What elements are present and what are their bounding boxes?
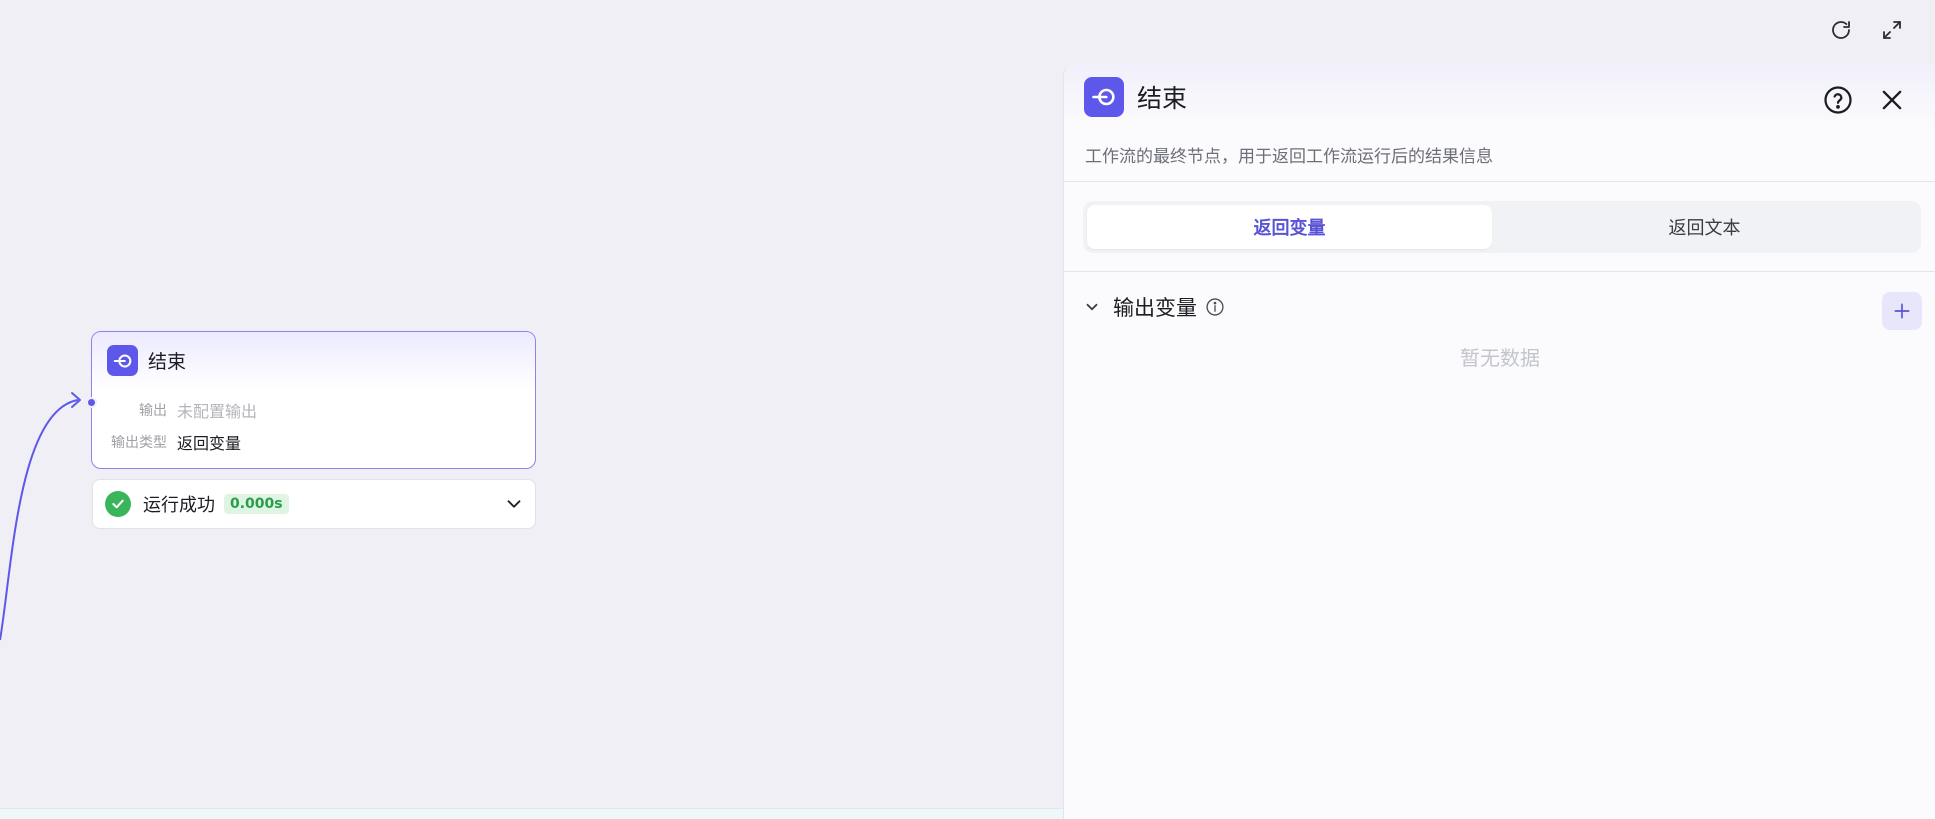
node-output-label: 输出 [139, 403, 167, 419]
node-output-type-value: 返回变量 [177, 434, 242, 453]
help-icon[interactable] [1823, 85, 1853, 115]
chevron-down-icon[interactable] [503, 493, 525, 515]
end-node[interactable]: 结束 输出 未配置输出 输出类型 返回变量 [91, 331, 536, 469]
connection-edge [0, 392, 81, 641]
info-icon[interactable] [1205, 297, 1225, 317]
node-output-type-row: 输出类型 返回变量 [92, 430, 241, 454]
chevron-down-icon[interactable] [1083, 298, 1101, 316]
output-mode-tabs: 返回变量 返回文本 [1083, 201, 1921, 253]
panel-description: 工作流的最终节点，用于返回工作流运行后的结果信息 [1085, 147, 1493, 167]
plus-icon [1894, 303, 1910, 319]
panel-header: 结束 [1064, 64, 1935, 129]
refresh-button[interactable] [1825, 14, 1857, 46]
node-output-type-label: 输出类型 [111, 435, 167, 451]
output-variables-section-header[interactable]: 输出变量 [1083, 288, 1225, 326]
fullscreen-icon [1883, 21, 1901, 39]
divider [1064, 271, 1935, 272]
close-icon[interactable] [1878, 86, 1906, 114]
empty-state-text: 暂无数据 [1460, 346, 1540, 370]
end-node-header: 结束 [92, 332, 535, 389]
run-status-bar[interactable]: 运行成功 0.000s [92, 479, 536, 529]
divider [1064, 181, 1935, 182]
node-output-row: 输出 未配置输出 [92, 398, 257, 422]
add-variable-button[interactable] [1882, 292, 1922, 330]
end-node-icon [1084, 76, 1124, 117]
run-status-label: 运行成功 [143, 495, 215, 516]
run-time-badge: 0.000s [224, 494, 289, 514]
bottom-strip [0, 808, 1063, 819]
section-title: 输出变量 [1113, 296, 1197, 320]
refresh-icon [1832, 21, 1850, 39]
node-input-handle[interactable] [86, 397, 97, 408]
end-node-title: 结束 [148, 351, 187, 373]
success-check-icon [105, 491, 131, 517]
node-config-panel: 结束 工作流的最终节点，用于返回工作流运行后的结果信息 返回变量 返回文本 输出… [1063, 64, 1935, 819]
panel-title: 结束 [1137, 83, 1188, 113]
fullscreen-button[interactable] [1876, 14, 1908, 46]
end-node-icon [107, 345, 138, 376]
tab-return-variable[interactable]: 返回变量 [1087, 205, 1492, 249]
node-output-value: 未配置输出 [177, 402, 258, 421]
tab-return-text[interactable]: 返回文本 [1492, 205, 1917, 249]
